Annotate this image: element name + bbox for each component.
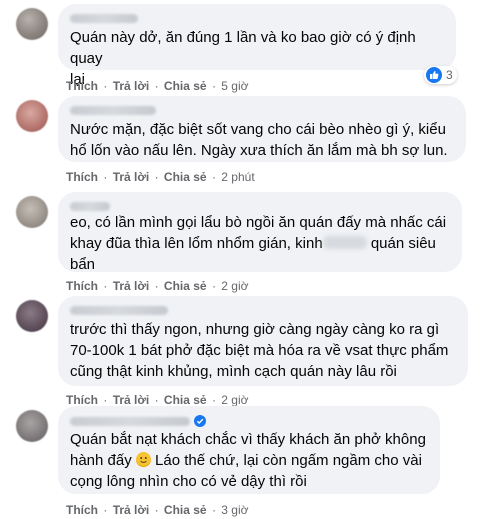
- timestamp[interactable]: 2 giờ: [221, 279, 248, 293]
- comment-bubble: Quán bắt nạt khách chắc vì thấy khách ăn…: [58, 406, 440, 494]
- separator: ·: [154, 170, 159, 184]
- comment-bubble: eo, có lần mình gọi lẩu bò ngồi ăn quán …: [58, 192, 462, 275]
- separator: ·: [103, 79, 108, 93]
- separator: ·: [103, 279, 108, 293]
- share-link[interactable]: Chia sẻ: [164, 503, 207, 517]
- commenter-header: [70, 415, 428, 427]
- separator: ·: [103, 170, 108, 184]
- comment-actions: Thích · Trả lời · Chia sẻ · 2 giờ: [66, 278, 249, 294]
- avatar[interactable]: [16, 196, 48, 228]
- share-link[interactable]: Chia sẻ: [164, 170, 207, 184]
- avatar[interactable]: [16, 410, 48, 442]
- comment-text: Nước mặn, đặc biệt sốt vang cho cái bèo …: [70, 121, 448, 159]
- commenter-name-blurred[interactable]: [70, 306, 168, 315]
- reply-link[interactable]: Trả lời: [113, 170, 150, 184]
- comment-text: trước thì thấy ngon, nhưng giờ càng ngày…: [70, 321, 449, 380]
- comment-actions: Thích · Trả lời · Chia sẻ · 3 giờ: [66, 502, 249, 518]
- commenter-name-blurred[interactable]: [70, 106, 156, 115]
- comment-text: Quán bắt nạt khách chắc vì thấy khách ăn…: [70, 429, 428, 492]
- slightly-smiling-face-icon: [135, 452, 151, 467]
- share-link[interactable]: Chia sẻ: [164, 393, 207, 407]
- like-link[interactable]: Thích: [66, 393, 98, 407]
- commenter-name-blurred[interactable]: [70, 416, 190, 426]
- comment-actions: Thích · Trả lời · Chia sẻ · 2 phút: [66, 169, 255, 185]
- commenter-name-blurred[interactable]: [70, 14, 138, 23]
- separator: ·: [154, 503, 159, 517]
- separator: ·: [154, 393, 159, 407]
- reply-link[interactable]: Trả lời: [113, 503, 150, 517]
- separator: ·: [211, 503, 216, 517]
- share-link[interactable]: Chia sẻ: [164, 279, 207, 293]
- like-link[interactable]: Thích: [66, 170, 98, 184]
- avatar[interactable]: [16, 300, 48, 332]
- comment-bubble: Nước mặn, đặc biệt sốt vang cho cái bèo …: [58, 96, 466, 162]
- separator: ·: [211, 79, 216, 93]
- separator: ·: [211, 393, 216, 407]
- separator: ·: [154, 79, 159, 93]
- avatar[interactable]: [16, 100, 48, 132]
- comment-bubble: trước thì thấy ngon, nhưng giờ càng ngày…: [58, 296, 468, 386]
- censored-word: [322, 236, 367, 249]
- reply-link[interactable]: Trả lời: [113, 279, 150, 293]
- like-link[interactable]: Thích: [66, 79, 98, 93]
- comment-text: eo, có lần mình gọi lẩu bò ngồi ăn quán …: [70, 212, 450, 275]
- avatar[interactable]: [16, 8, 48, 40]
- like-link[interactable]: Thích: [66, 503, 98, 517]
- separator: ·: [103, 393, 108, 407]
- commenter-name-blurred[interactable]: [70, 202, 110, 211]
- timestamp[interactable]: 2 phút: [221, 170, 254, 184]
- timestamp[interactable]: 2 giờ: [221, 393, 248, 407]
- like-icon: [426, 67, 442, 83]
- like-link[interactable]: Thích: [66, 279, 98, 293]
- separator: ·: [103, 503, 108, 517]
- verified-badge-icon: [194, 415, 206, 427]
- reply-link[interactable]: Trả lời: [113, 393, 150, 407]
- separator: ·: [211, 279, 216, 293]
- separator: ·: [211, 170, 216, 184]
- share-link[interactable]: Chia sẻ: [164, 79, 207, 93]
- reaction-summary[interactable]: 3: [424, 66, 457, 84]
- timestamp[interactable]: 5 giờ: [221, 79, 248, 93]
- comment-actions: Thích · Trả lời · Chia sẻ · 5 giờ: [66, 78, 249, 94]
- comment-bubble: Quán này dở, ăn đúng 1 lần và ko bao giờ…: [58, 4, 456, 88]
- reply-link[interactable]: Trả lời: [113, 79, 150, 93]
- reaction-count: 3: [446, 68, 453, 82]
- separator: ·: [154, 279, 159, 293]
- timestamp[interactable]: 3 giờ: [221, 503, 248, 517]
